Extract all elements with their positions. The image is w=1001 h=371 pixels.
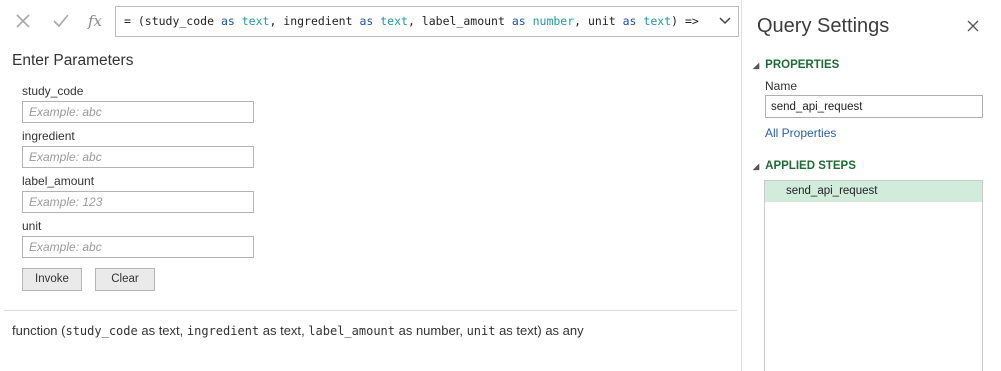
applied-step-label: send_api_request	[786, 185, 878, 197]
formula-token: number	[532, 14, 575, 28]
properties-heading[interactable]: ◢ PROPERTIES	[753, 59, 839, 71]
formula-bar[interactable]: = (study_code as text, ingredient as tex…	[115, 6, 739, 37]
formula-token: , ingredient	[269, 14, 360, 28]
invoke-button[interactable]: Invoke	[22, 268, 82, 291]
formula-token: as	[622, 14, 637, 28]
signature-param-name: label_amount	[308, 324, 395, 338]
properties-heading-label: PROPERTIES	[765, 59, 840, 71]
param-label: label_amount	[22, 174, 95, 188]
formula-token: as	[511, 14, 526, 28]
query-settings-title: Query Settings	[757, 15, 890, 37]
ingredient-input[interactable]	[22, 146, 254, 168]
param-ingredient: ingredient	[22, 128, 254, 168]
chevron-down-icon[interactable]	[718, 14, 732, 28]
applied-steps-heading[interactable]: ◢ APPLIED STEPS	[753, 160, 856, 172]
signature-prefix: function (	[12, 323, 66, 338]
close-icon[interactable]	[966, 19, 980, 33]
formula-token: , unit	[574, 14, 623, 28]
param-unit: unit	[22, 218, 254, 258]
collapse-triangle-icon: ◢	[753, 61, 760, 70]
cancel-icon-glyph	[16, 14, 30, 28]
pane-divider[interactable]	[741, 0, 742, 371]
signature-param-name: study_code	[65, 324, 138, 338]
cancel-icon[interactable]	[8, 6, 38, 36]
signature-separator: ,	[179, 323, 187, 338]
formula-token	[235, 14, 242, 28]
study-code-input[interactable]	[22, 101, 254, 123]
param-study-code: study_code	[22, 83, 254, 123]
check-icon[interactable]	[46, 6, 76, 36]
signature-param-type: as text	[259, 323, 302, 338]
formula-bar-tools: fx	[0, 6, 113, 36]
applied-step-item[interactable]: send_api_request	[765, 181, 982, 202]
formula-token: as	[220, 14, 235, 28]
formula-token: = (study_code	[124, 14, 221, 28]
signature-param-name: unit	[466, 324, 496, 338]
clear-button[interactable]: Clear	[95, 268, 155, 291]
formula-token	[526, 14, 533, 28]
signature-param-type: as number	[395, 323, 460, 338]
applied-steps-heading-label: APPLIED STEPS	[765, 160, 856, 172]
formula-token: text	[643, 14, 672, 28]
enter-parameters-title: Enter Parameters	[12, 52, 134, 69]
formula-token: text	[380, 14, 408, 28]
param-label-amount: label_amount	[22, 173, 254, 213]
name-label: Name	[765, 79, 798, 93]
function-icon[interactable]: fx	[80, 6, 110, 36]
function-signature: function (study_code as text, ingredient…	[12, 323, 584, 338]
formula-token: text	[241, 14, 270, 28]
formula-text[interactable]: = (study_code as text, ingredient as tex…	[124, 7, 699, 36]
unit-input[interactable]	[22, 236, 254, 258]
param-label: ingredient	[22, 129, 75, 143]
signature-param-type: as text	[137, 323, 180, 338]
query-name-input[interactable]	[765, 95, 983, 118]
all-properties-link[interactable]: All Properties	[765, 126, 836, 140]
check-icon-glyph	[53, 14, 69, 28]
applied-steps-list: send_api_request	[764, 180, 983, 371]
param-label: study_code	[22, 84, 84, 98]
signature-separator: ,	[459, 323, 467, 338]
label-amount-input[interactable]	[22, 191, 254, 213]
signature-param-name: ingredient	[186, 324, 260, 338]
divider	[4, 310, 737, 311]
formula-token: as	[359, 14, 374, 28]
param-label: unit	[22, 219, 42, 233]
formula-token: ) =>	[671, 14, 699, 28]
collapse-triangle-icon: ◢	[753, 162, 760, 171]
signature-param-type: as text	[495, 323, 538, 338]
signature-suffix: ) as any	[537, 323, 584, 338]
formula-token: , label_amount	[407, 14, 512, 28]
